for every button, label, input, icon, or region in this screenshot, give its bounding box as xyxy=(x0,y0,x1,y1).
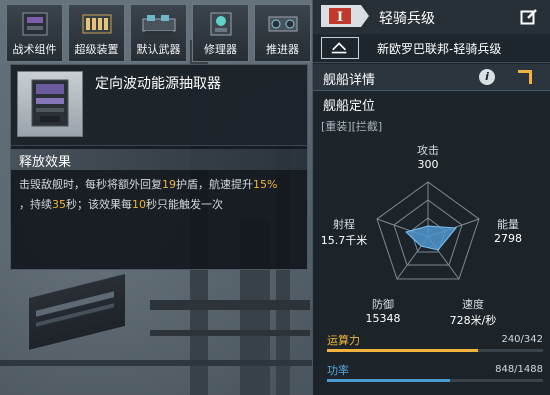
stat-range-value: 15.7千米 xyxy=(320,234,368,247)
stat-attack-label: 攻击 xyxy=(417,144,439,157)
power-value: 848/1488 xyxy=(495,364,543,375)
info-icon[interactable]: i xyxy=(479,69,495,85)
edit-icon[interactable] xyxy=(520,8,538,26)
cooldown-value: 10 xyxy=(132,198,146,211)
chevron-up-icon xyxy=(331,42,347,54)
wave-energy-extractor-icon xyxy=(31,79,69,127)
ship-details-title: 舰船详情 xyxy=(323,73,376,88)
ship-details-header: 舰船详情 i xyxy=(313,64,550,91)
tier-badge: I xyxy=(321,5,369,27)
power-fill xyxy=(327,379,451,382)
effect-section-header: 释放效果 xyxy=(11,149,307,170)
slot-label: 超级装置 xyxy=(74,43,119,56)
module-tooltip: 定向波动能源抽取器 释放效果 击毁敌舰时，每秒将额外回复19护盾，航速提升15%… xyxy=(10,64,308,270)
collapse-button[interactable] xyxy=(321,37,359,59)
slot-repair-module[interactable]: 修理器 xyxy=(192,4,249,62)
ship-model xyxy=(28,272,138,353)
computing-power-value: 240/342 xyxy=(501,334,543,345)
slot-label: 推进器 xyxy=(266,43,299,56)
ship-info-panel: I 轻骑兵级 新欧罗巴联邦-轻骑兵级 舰船详情 i 舰船定位 [重装][拦截] xyxy=(312,0,550,395)
tactical-module-icon xyxy=(22,12,48,36)
stats-radar: 攻击 300 能量 2798 速度 728米/秒 防御 15348 射程 15.… xyxy=(313,136,550,336)
slot-label: 默认武器 xyxy=(136,43,181,56)
hull-name: 新欧罗巴联邦-轻骑兵级 xyxy=(377,42,502,56)
default-weapon-icon xyxy=(142,15,176,35)
thruster-icon xyxy=(268,16,298,32)
ship-class-name: 轻骑兵级 xyxy=(379,11,435,27)
svg-text:I: I xyxy=(337,10,343,25)
stat-defense-value: 15348 xyxy=(365,312,401,325)
stat-range-label: 射程 xyxy=(333,218,355,231)
stat-speed-label: 速度 xyxy=(462,298,484,311)
stat-energy-value: 2798 xyxy=(494,232,522,245)
slot-super-device[interactable]: 超级装置 xyxy=(68,4,125,62)
hull-row: 新欧罗巴联邦-轻骑兵级 xyxy=(313,34,550,63)
effect-section-title: 释放效果 xyxy=(19,155,72,170)
module-title: 定向波动能源抽取器 xyxy=(95,76,221,92)
shield-regen-value: 19 xyxy=(162,178,176,191)
tooltip-header: 定向波动能源抽取器 xyxy=(11,65,307,146)
stat-speed-value: 728米/秒 xyxy=(449,314,497,327)
stat-energy-label: 能量 xyxy=(497,218,519,231)
slot-thruster[interactable]: 推进器 xyxy=(254,4,311,62)
repair-module-icon xyxy=(210,12,232,36)
duration-value: 35 xyxy=(52,198,66,211)
slot-label: 战术组件 xyxy=(12,43,57,56)
radar-value-shape xyxy=(405,225,457,251)
stat-attack-value: 300 xyxy=(417,158,439,171)
computing-power-track xyxy=(327,349,543,352)
power-track xyxy=(327,379,543,382)
module-thumbnail xyxy=(17,71,83,137)
speed-boost-value: 15% xyxy=(253,178,278,191)
slot-default-weapon[interactable]: 默认武器 xyxy=(130,4,187,62)
stat-defense-label: 防御 xyxy=(372,298,394,311)
super-device-icon xyxy=(82,14,112,34)
positioning-tags: [重装][拦截] xyxy=(321,120,383,133)
computing-power-fill xyxy=(327,349,479,352)
effect-description: 击毁敌舰时，每秒将额外回复19护盾，航速提升15% ，持续35秒；该效果每10秒只… xyxy=(19,178,278,211)
module-slot-bar: 战术组件 超级装置 默认武器 修理器 推进器 xyxy=(6,4,312,62)
power-label: 功率 xyxy=(327,364,349,377)
ship-class-header: I 轻骑兵级 xyxy=(313,0,550,35)
positioning-title: 舰船定位 xyxy=(323,99,376,114)
computing-power-label: 运算力 xyxy=(327,334,360,347)
slot-tactical-module[interactable]: 战术组件 xyxy=(6,4,63,62)
slot-label: 修理器 xyxy=(204,43,237,56)
expand-icon[interactable] xyxy=(518,70,532,84)
